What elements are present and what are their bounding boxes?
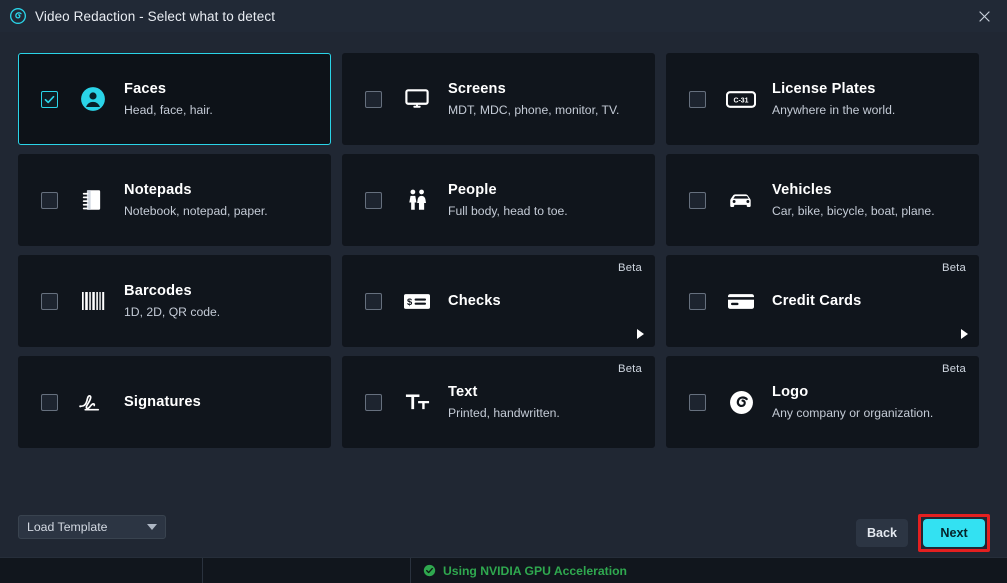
footer-bar: Load Template Back Next [0, 458, 1007, 556]
footer-buttons: Back Next [856, 514, 990, 552]
card-text-checks: Checks [448, 256, 501, 346]
checkbox-notepads[interactable] [41, 191, 58, 209]
card-title: Screens [448, 81, 506, 98]
card-title: Credit Cards [772, 292, 862, 309]
checkbox-vehicles[interactable] [689, 191, 706, 209]
detection-card-vehicles[interactable]: Vehicles Car, bike, bicycle, boat, plane. [666, 154, 979, 246]
card-description: Any company or organization. [772, 406, 934, 421]
svg-text:C-31: C-31 [733, 97, 748, 104]
detection-card-grid: Faces Head, face, hair. Screens MDT, MDC, … [18, 53, 989, 448]
card-text-vehicles: Vehicles Car, bike, bicycle, boat, plane. [772, 181, 935, 219]
card-text-people: People Full body, head to toe. [448, 181, 568, 219]
expand-arrow-icon[interactable] [961, 329, 968, 339]
card-title: Signatures [124, 393, 201, 410]
window-title: Video Redaction - Select what to detect [35, 8, 276, 24]
card-text-credit-cards: Credit Cards [772, 256, 861, 346]
detection-card-notepads[interactable]: Notepads Notebook, notepad, paper. [18, 154, 331, 246]
card-text-faces: Faces Head, face, hair. [124, 80, 213, 118]
checkbox-barcodes[interactable] [41, 292, 58, 310]
card-text-screens: Screens MDT, MDC, phone, monitor, TV. [448, 80, 619, 118]
person-circle-icon [78, 84, 108, 114]
status-cell-left [0, 557, 203, 583]
card-description: Notebook, notepad, paper. [124, 204, 268, 219]
card-description: 1D, 2D, QR code. [124, 305, 221, 320]
svg-text:$: $ [407, 295, 413, 306]
monitor-icon [402, 84, 432, 114]
checkbox-people[interactable] [365, 191, 382, 209]
beta-badge: Beta [617, 363, 642, 375]
detection-card-license-plates[interactable]: C-31 License Plates Anywhere in the world… [666, 53, 979, 145]
card-title: Faces [124, 81, 167, 98]
detection-card-barcodes[interactable]: Barcodes 1D, 2D, QR code. [18, 255, 331, 347]
card-title: Vehicles [772, 182, 832, 199]
checkbox-logo[interactable] [689, 393, 706, 411]
checkbox-faces[interactable] [41, 90, 58, 108]
chevron-down-icon [147, 524, 157, 530]
expand-arrow-icon[interactable] [637, 329, 644, 339]
card-description: Head, face, hair. [124, 103, 213, 118]
detection-card-checks[interactable]: $ Checks Beta [342, 255, 655, 347]
detection-card-text[interactable]: Text Printed, handwritten. Beta [342, 356, 655, 448]
card-text-notepads: Notepads Notebook, notepad, paper. [124, 181, 268, 219]
card-description: Printed, handwritten. [448, 406, 560, 421]
card-description: Car, bike, bicycle, boat, plane. [772, 204, 935, 219]
status-cell-gpu: Using NVIDIA GPU Acceleration [411, 558, 1007, 583]
checkbox-signatures[interactable] [41, 393, 58, 411]
two-people-icon [402, 185, 432, 215]
detection-card-signatures[interactable]: Signatures [18, 356, 331, 448]
checkbox-text[interactable] [365, 393, 382, 411]
title-bar: Video Redaction - Select what to detect [0, 0, 1007, 32]
car-icon [726, 185, 756, 215]
credit-card-icon [726, 286, 756, 316]
detection-card-faces[interactable]: Faces Head, face, hair. [18, 53, 331, 145]
card-text-signatures: Signatures [124, 357, 201, 447]
card-text-logo: Logo Any company or organization. [772, 383, 933, 421]
card-title: Barcodes [124, 283, 192, 300]
card-text-text: Text Printed, handwritten. [448, 383, 560, 421]
text-tt-icon [402, 387, 432, 417]
check-document-icon: $ [402, 286, 432, 316]
card-text-barcodes: Barcodes 1D, 2D, QR code. [124, 282, 220, 320]
next-button[interactable]: Next [923, 519, 985, 547]
detection-card-credit-cards[interactable]: Credit Cards Beta [666, 255, 979, 347]
detection-card-logo[interactable]: Logo Any company or organization. Beta [666, 356, 979, 448]
status-cell-middle [203, 557, 411, 583]
checkbox-credit-cards[interactable] [689, 292, 706, 310]
barcode-icon [78, 286, 108, 316]
card-title: License Plates [772, 81, 876, 98]
card-description: Anywhere in the world. [772, 103, 896, 118]
spiral-logo-icon [10, 8, 26, 24]
back-button[interactable]: Back [856, 519, 908, 547]
card-title: Text [448, 384, 478, 401]
checkbox-checks[interactable] [365, 292, 382, 310]
beta-badge: Beta [941, 262, 966, 274]
card-title: Checks [448, 292, 501, 309]
card-description: MDT, MDC, phone, monitor, TV. [448, 103, 620, 118]
gpu-acceleration-text: Using NVIDIA GPU Acceleration [443, 563, 627, 578]
checkbox-license-plates[interactable] [689, 90, 706, 108]
load-template-dropdown[interactable]: Load Template [18, 515, 166, 539]
load-template-label: Load Template [27, 520, 108, 534]
next-button-highlight-wrapper: Next [918, 514, 990, 552]
beta-badge: Beta [941, 363, 966, 375]
card-title: Notepads [124, 182, 192, 199]
close-icon[interactable] [961, 0, 1007, 32]
signature-icon [78, 387, 108, 417]
card-description: Full body, head to toe. [448, 204, 568, 219]
card-title: People [448, 182, 497, 199]
detection-card-screens[interactable]: Screens MDT, MDC, phone, monitor, TV. [342, 53, 655, 145]
card-text-license-plates: License Plates Anywhere in the world. [772, 80, 895, 118]
license-plate-icon: C-31 [726, 84, 756, 114]
detection-card-people[interactable]: People Full body, head to toe. [342, 154, 655, 246]
beta-badge: Beta [617, 262, 642, 274]
notebook-icon [78, 185, 108, 215]
card-title: Logo [772, 384, 809, 401]
status-bar: Using NVIDIA GPU Acceleration [0, 557, 1007, 583]
spiral-logo-icon [726, 387, 756, 417]
check-circle-icon [423, 564, 436, 577]
video-redaction-window: Video Redaction - Select what to detect … [0, 0, 1007, 583]
checkbox-screens[interactable] [365, 90, 382, 108]
